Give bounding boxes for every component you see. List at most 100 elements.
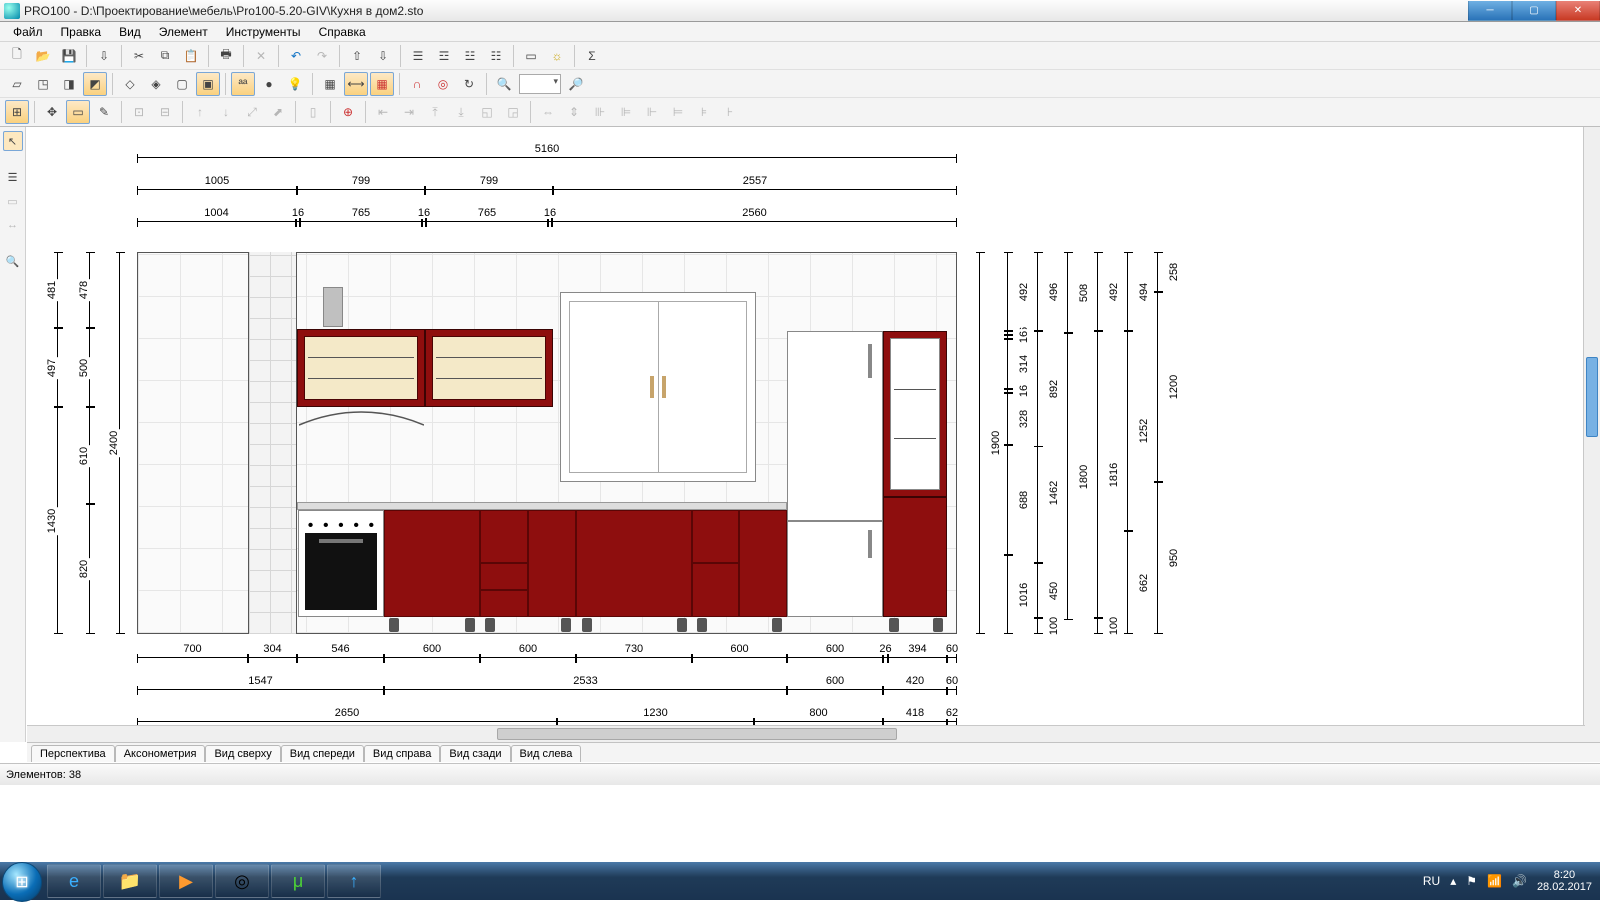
minimize-button[interactable]: ─ (1468, 1, 1512, 21)
view-persp-icon[interactable]: ◇ (118, 72, 142, 96)
center-origin-icon[interactable]: ⊕ (336, 100, 360, 124)
cursor-tool-icon[interactable]: ↖ (3, 131, 23, 151)
close-button[interactable]: ✕ (1556, 1, 1600, 21)
level-up-icon[interactable]: ⇧ (345, 44, 369, 68)
box-tool-icon[interactable]: ▭ (519, 44, 543, 68)
base-cabinet-4[interactable] (739, 510, 787, 617)
tall-cabinet-bottom[interactable] (883, 497, 947, 617)
maximize-button[interactable]: ▢ (1512, 1, 1556, 21)
base-cabinet-2[interactable] (528, 510, 576, 617)
tab-right[interactable]: Вид справа (364, 745, 441, 762)
tray-flag-icon[interactable]: ⚑ (1466, 874, 1477, 888)
shadow-icon[interactable]: ● (257, 72, 281, 96)
vertical-scrollbar[interactable] (1583, 127, 1600, 742)
view-front-icon[interactable]: ▣ (196, 72, 220, 96)
stove[interactable]: ••••• (298, 510, 384, 617)
dist-2-icon: ⊫ (614, 100, 638, 124)
zoom-in-icon[interactable]: 🔎 (564, 72, 588, 96)
edit-tool-icon[interactable]: ✎ (92, 100, 116, 124)
tray-network-icon[interactable]: 📶 (1487, 874, 1502, 888)
open-file-icon[interactable]: 📂 (31, 44, 55, 68)
menu-tools[interactable]: Инструменты (217, 23, 310, 41)
taskbar-media-icon[interactable]: ▶ (159, 864, 213, 898)
tray-clock[interactable]: 8:20 28.02.2017 (1537, 869, 1592, 893)
tray-volume-icon[interactable]: 🔊 (1512, 874, 1527, 888)
hidden-line-icon[interactable]: ◳ (31, 72, 55, 96)
line-tool-icon[interactable]: ☰ (3, 167, 23, 187)
taskbar-ie-icon[interactable]: e (47, 864, 101, 898)
tab-axonometry[interactable]: Аксонометрия (115, 745, 206, 762)
toggle-1-icon[interactable]: ▦ (318, 72, 342, 96)
tab-front[interactable]: Вид спереди (281, 745, 364, 762)
menu-element[interactable]: Элемент (150, 23, 217, 41)
scrollbar-thumb[interactable] (1586, 357, 1598, 437)
snap-magnet-icon[interactable]: ∩ (405, 72, 429, 96)
dim-line: 1252 (1127, 331, 1128, 531)
menu-view[interactable]: Вид (110, 23, 150, 41)
tray-lang[interactable]: RU (1423, 874, 1440, 888)
drawing-canvas[interactable]: 5160 1005 799 799 2557 1004 16 765 16 76… (27, 127, 1600, 742)
select-tool-icon[interactable]: ▭ (66, 100, 90, 124)
import-icon[interactable]: ⇩ (92, 44, 116, 68)
tab-back[interactable]: Вид сзади (440, 745, 510, 762)
base-cabinet-1[interactable] (384, 510, 480, 617)
snap-rotate-icon[interactable]: ↻ (457, 72, 481, 96)
view-top-icon[interactable]: ▢ (170, 72, 194, 96)
move-tool-icon[interactable]: ✥ (40, 100, 64, 124)
canvas-viewport[interactable]: 5160 1005 799 799 2557 1004 16 765 16 76… (27, 127, 1600, 742)
tray-time: 8:20 (1537, 869, 1592, 881)
report-1-icon[interactable]: ☰ (406, 44, 430, 68)
tall-display-cabinet[interactable] (883, 331, 947, 497)
tray-chevron-icon[interactable]: ▴ (1450, 874, 1456, 888)
menu-file[interactable]: Файл (4, 23, 52, 41)
zoom-dropdown[interactable] (519, 74, 561, 94)
copy-icon[interactable]: ⧉ (153, 44, 177, 68)
undo-icon[interactable]: ↶ (284, 44, 308, 68)
save-icon[interactable]: 💾 (57, 44, 81, 68)
tab-perspective[interactable]: Перспектива (31, 745, 115, 762)
report-2-icon[interactable]: ☲ (432, 44, 456, 68)
drawer[interactable] (480, 510, 528, 563)
dimension-icon[interactable]: ⟷ (344, 72, 368, 96)
new-file-icon[interactable]: 🗋 (5, 44, 29, 68)
level-down-icon[interactable]: ⇩ (371, 44, 395, 68)
light-icon[interactable]: 💡 (283, 72, 307, 96)
labels-icon[interactable]: ªª (231, 72, 255, 96)
zoom-tool-icon[interactable]: 🔍 (3, 251, 23, 271)
snap-collision-icon[interactable]: ◎ (431, 72, 455, 96)
start-button[interactable]: ⊞ (2, 862, 42, 902)
report-3-icon[interactable]: ☳ (458, 44, 482, 68)
upper-cabinet-1[interactable] (297, 329, 425, 407)
textured-icon[interactable]: ◩ (83, 72, 107, 96)
view-axo-icon[interactable]: ◈ (144, 72, 168, 96)
drawer[interactable] (692, 510, 739, 563)
fridge-bottom[interactable] (787, 521, 883, 617)
shaded-icon[interactable]: ◨ (57, 72, 81, 96)
print-icon[interactable]: 🖶 (214, 44, 238, 68)
taskbar-explorer-icon[interactable]: 📁 (103, 864, 157, 898)
drawer[interactable] (480, 563, 528, 590)
taskbar-chrome-icon[interactable]: ◎ (215, 864, 269, 898)
sigma-icon[interactable]: Σ (580, 44, 604, 68)
menu-help[interactable]: Справка (310, 23, 375, 41)
base-cabinet-3[interactable] (576, 510, 692, 617)
cut-icon[interactable]: ✂ (127, 44, 151, 68)
menu-edit[interactable]: Правка (52, 23, 111, 41)
drawer[interactable] (692, 563, 739, 617)
scrollbar-thumb[interactable] (497, 728, 897, 740)
grid-icon[interactable]: ▦ (370, 72, 394, 96)
taskbar-utorrent-icon[interactable]: μ (271, 864, 325, 898)
report-4-icon[interactable]: ☷ (484, 44, 508, 68)
tab-top[interactable]: Вид сверху (205, 745, 280, 762)
wireframe-icon[interactable]: ▱ (5, 72, 29, 96)
zoom-out-icon[interactable]: 🔍 (492, 72, 516, 96)
grid-small-icon[interactable]: ⊞ (5, 100, 29, 124)
taskbar-app-icon[interactable]: ↑ (327, 864, 381, 898)
drawer[interactable] (480, 590, 528, 617)
paste-icon[interactable]: 📋 (179, 44, 203, 68)
fridge-top[interactable] (787, 331, 883, 521)
money-icon[interactable]: ☼ (545, 44, 569, 68)
horizontal-scrollbar[interactable] (27, 725, 1585, 742)
tab-left[interactable]: Вид слева (511, 745, 582, 762)
upper-cabinet-2[interactable] (425, 329, 553, 407)
